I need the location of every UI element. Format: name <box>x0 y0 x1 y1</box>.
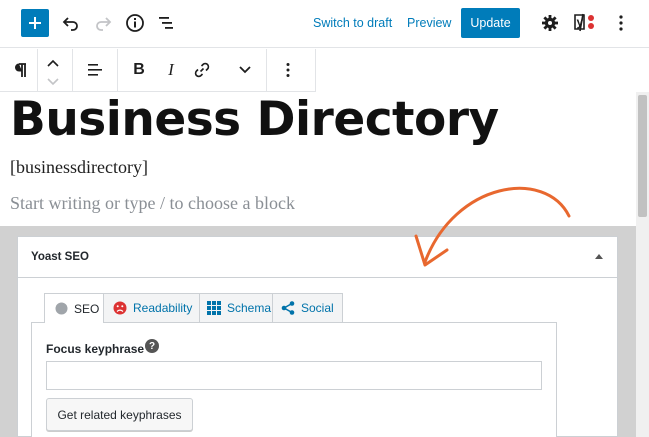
paragraph-icon[interactable] <box>9 59 31 81</box>
help-icon[interactable]: ? <box>145 339 159 353</box>
block-placeholder[interactable]: Start writing or type / to choose a bloc… <box>10 193 295 214</box>
more-formats-chevron-icon[interactable] <box>234 59 256 81</box>
post-title[interactable]: Business Directory <box>10 92 499 147</box>
info-icon[interactable] <box>124 12 146 34</box>
get-related-keyphrases-button[interactable]: Get related keyphrases <box>46 398 193 431</box>
italic-button[interactable]: I <box>160 59 182 81</box>
tab-schema-label: Schema <box>227 301 272 315</box>
shortcode-paragraph[interactable]: [businessdirectory] <box>10 157 148 178</box>
gray-circle-icon <box>55 302 68 315</box>
preview-button[interactable]: Preview <box>407 16 451 30</box>
editor-top-toolbar: Switch to draft Preview Update y <box>0 0 649 48</box>
switch-to-draft-button[interactable]: Switch to draft <box>313 16 392 30</box>
bold-button[interactable]: B <box>128 59 150 81</box>
list-view-icon[interactable] <box>155 12 177 34</box>
tab-schema[interactable]: Schema <box>199 293 273 322</box>
yoast-seo-metabox: Yoast SEO SEO Readability Schema Social … <box>17 236 618 437</box>
tab-seo[interactable]: SEO <box>44 293 104 323</box>
add-block-button[interactable] <box>21 9 49 37</box>
update-button[interactable]: Update <box>461 8 520 38</box>
tab-social[interactable]: Social <box>272 293 343 322</box>
chevron-down-icon[interactable] <box>42 71 64 93</box>
undo-icon[interactable] <box>60 12 82 34</box>
collapse-toggle-icon[interactable] <box>595 254 603 259</box>
tab-readability[interactable]: Readability <box>103 293 200 322</box>
block-options-icon[interactable] <box>277 59 299 81</box>
yoast-metabox-title: Yoast SEO <box>31 251 89 263</box>
tab-readability-label: Readability <box>133 301 193 315</box>
gear-icon[interactable] <box>539 12 561 34</box>
focus-keyphrase-label: Focus keyphrase <box>46 342 145 356</box>
editor-scrollbar-thumb[interactable] <box>638 95 647 217</box>
share-icon <box>281 301 295 315</box>
yoast-icon[interactable]: y <box>571 12 599 34</box>
block-toolbar: B I <box>0 49 316 92</box>
more-vertical-icon[interactable] <box>610 12 632 34</box>
yoast-metabox-header[interactable]: Yoast SEO <box>18 237 617 278</box>
tab-seo-label: SEO <box>74 301 100 316</box>
sad-face-icon <box>113 301 127 315</box>
tab-social-label: Social <box>301 301 334 315</box>
seo-tab-panel: Focus keyphrase ? Get related keyphrases <box>31 322 557 437</box>
redo-icon[interactable] <box>92 12 114 34</box>
focus-keyphrase-input[interactable] <box>46 361 542 390</box>
link-icon[interactable] <box>191 59 213 81</box>
align-left-icon[interactable] <box>84 59 106 81</box>
grid-icon <box>207 301 221 315</box>
